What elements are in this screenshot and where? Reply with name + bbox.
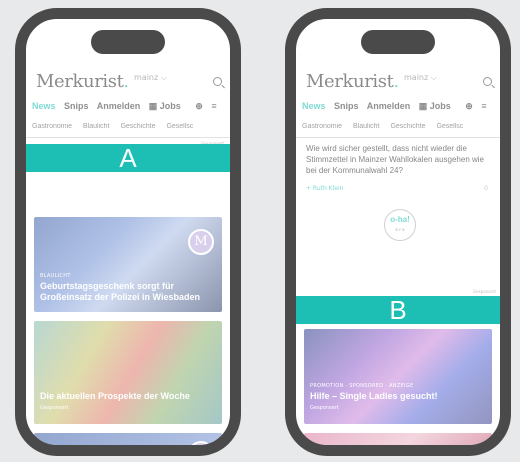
nav-jobs[interactable]: ▦ Jobs: [149, 101, 187, 111]
variant-label-b: B: [296, 296, 500, 324]
nav-anmelden[interactable]: Anmelden: [367, 101, 411, 111]
article-card-partial[interactable]: M: [34, 433, 222, 445]
nav-news[interactable]: News: [302, 101, 326, 111]
sponsored-label: Gesponsert: [473, 289, 496, 294]
merkurist-badge-icon: M: [188, 229, 214, 255]
phone-screen: Merkurist. mainz ⌵ News Snips Anmelden ▦…: [26, 19, 230, 445]
phone-notch: [91, 30, 165, 54]
globe-icon[interactable]: ⊕: [195, 101, 203, 111]
article-card-prospekte[interactable]: Die aktuellen Prospekte der Woche Gespon…: [34, 321, 222, 424]
nav-snips[interactable]: Snips: [334, 101, 359, 111]
phone-mockup-b: Merkurist. mainz ⌵ News Snips Anmelden ▦…: [285, 8, 511, 456]
globe-icon[interactable]: ⊕: [465, 101, 473, 111]
category-nav: Gastronomie Blaulicht Geschichte Gesells…: [32, 123, 226, 130]
divider: [26, 137, 230, 138]
article-kicker: PROMOTION · SPONSORED · ANZEIGE: [310, 383, 414, 389]
phone-screen: Merkurist. mainz ⌵ News Snips Anmelden ▦…: [296, 19, 500, 445]
article-card-partial[interactable]: [304, 433, 492, 445]
oha-logo: o-ha! 5.7 X: [384, 209, 416, 241]
nav-anmelden[interactable]: Anmelden: [97, 101, 141, 111]
search-icon[interactable]: [213, 77, 222, 86]
category-item[interactable]: Gastronomie: [32, 123, 72, 130]
category-item[interactable]: Gastronomie: [302, 123, 342, 130]
divider: [296, 137, 500, 138]
main-nav: News Snips Anmelden ▦ Jobs ⊕ ≡: [32, 101, 226, 112]
article-title: Geburtstagsgeschenk sorgt für Großeinsat…: [40, 281, 200, 303]
article-kicker: BLAULICHT: [40, 273, 71, 279]
sponsored-label: Gesponsert: [310, 405, 339, 411]
merkurist-badge-icon: M: [188, 441, 214, 445]
main-nav: News Snips Anmelden ▦ Jobs ⊕ ≡: [302, 101, 496, 112]
city-selector[interactable]: mainz ⌵: [404, 73, 437, 83]
city-selector[interactable]: mainz ⌵: [134, 73, 167, 83]
category-nav: Gastronomie Blaulicht Geschichte Gesells…: [302, 123, 496, 130]
nav-snips[interactable]: Snips: [64, 101, 89, 111]
article-card-police[interactable]: BLAULICHT Geburtstagsgeschenk sorgt für …: [34, 217, 222, 312]
search-icon[interactable]: [483, 77, 492, 86]
nav-news[interactable]: News: [32, 101, 56, 111]
merkurist-logo[interactable]: Merkurist.: [306, 71, 399, 92]
comment-count: 0: [484, 185, 488, 192]
category-item[interactable]: Blaulicht: [353, 123, 379, 130]
menu-icon[interactable]: ≡: [211, 101, 216, 111]
phone-notch: [361, 30, 435, 54]
article-title: Hilfe – Single Ladies gesucht!: [310, 391, 438, 401]
menu-icon[interactable]: ≡: [481, 101, 486, 111]
category-item[interactable]: Geschichte: [120, 123, 155, 130]
merkurist-logo[interactable]: Merkurist.: [36, 71, 129, 92]
variant-label-a: A: [26, 144, 230, 172]
nav-jobs[interactable]: ▦ Jobs: [419, 101, 457, 111]
phone-mockup-a: Merkurist. mainz ⌵ News Snips Anmelden ▦…: [15, 8, 241, 456]
article-card-single-ladies[interactable]: PROMOTION · SPONSORED · ANZEIGE Hilfe – …: [304, 329, 492, 424]
category-item[interactable]: Gesellsc: [166, 123, 193, 130]
category-item[interactable]: Blaulicht: [83, 123, 109, 130]
question-author[interactable]: + Ruth Klein: [306, 185, 343, 192]
category-item[interactable]: Gesellsc: [436, 123, 463, 130]
sponsored-label: Gesponsert: [40, 405, 69, 411]
article-title: Die aktuellen Prospekte der Woche: [40, 391, 190, 401]
category-item[interactable]: Geschichte: [390, 123, 425, 130]
question-text[interactable]: Wie wird sicher gestellt, dass nicht wie…: [306, 144, 490, 176]
